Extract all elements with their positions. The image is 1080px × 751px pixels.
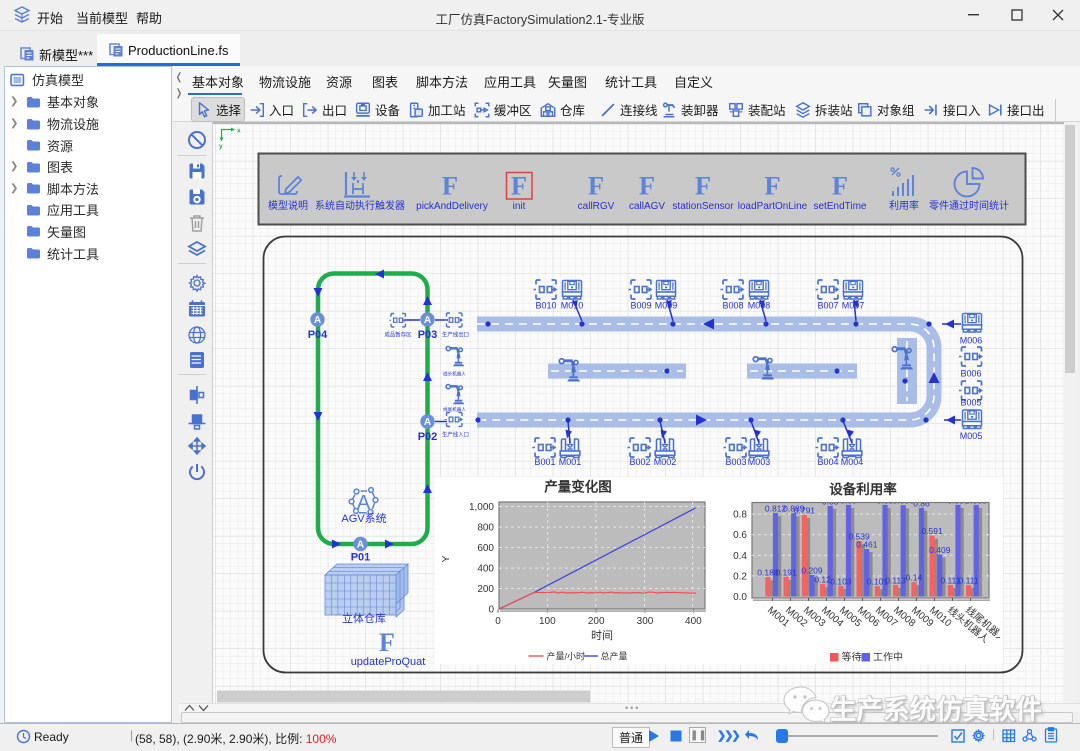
svg-text:模型说明: 模型说明 (268, 199, 308, 212)
svg-text:产量变化图: 产量变化图 (544, 479, 612, 495)
svg-text:0.111: 0.111 (959, 576, 979, 586)
svg-text:0: 0 (495, 616, 501, 627)
svg-text:A: A (314, 315, 321, 326)
svg-text:0.461: 0.461 (856, 540, 878, 550)
svg-text:0.591: 0.591 (921, 526, 943, 536)
svg-text:0: 0 (488, 605, 494, 616)
svg-text:等待: 等待 (842, 651, 862, 664)
svg-text:100: 100 (539, 616, 556, 627)
svg-text:400: 400 (685, 616, 702, 627)
svg-text:成品暂存区: 成品暂存区 (385, 331, 413, 339)
svg-text:F: F (695, 171, 711, 201)
svg-text:B001: B001 (534, 457, 555, 467)
svg-text:0.409: 0.409 (929, 545, 951, 555)
svg-text:F: F (764, 171, 780, 201)
svg-text:M008: M008 (748, 301, 771, 311)
svg-text:callRGV: callRGV (578, 201, 615, 212)
svg-text:P04: P04 (308, 329, 328, 341)
svg-text:产量/小时: 产量/小时 (547, 651, 586, 662)
svg-text:B003: B003 (725, 457, 746, 467)
svg-text:setEndTime: setEndTime (814, 201, 867, 212)
svg-text:0.6: 0.6 (733, 530, 747, 541)
svg-text:线头机器人: 线头机器人 (443, 371, 466, 378)
svg-text:B010: B010 (535, 301, 556, 311)
svg-text:生产线出口: 生产线出口 (442, 331, 469, 339)
svg-text:0.2: 0.2 (733, 571, 747, 582)
svg-text:M001: M001 (559, 457, 582, 467)
svg-text:600: 600 (477, 543, 494, 554)
svg-text:0.0: 0.0 (733, 592, 747, 603)
svg-text:M006: M006 (960, 336, 983, 346)
svg-text:B009: B009 (630, 301, 651, 311)
svg-text:F: F (832, 171, 848, 201)
svg-text:y: y (219, 143, 223, 150)
svg-text:A: A (424, 417, 431, 428)
svg-text:M003: M003 (748, 457, 771, 467)
svg-text:0.113: 0.113 (885, 575, 906, 585)
svg-text:0.103: 0.103 (830, 576, 852, 586)
svg-text:1,000: 1,000 (469, 502, 494, 513)
svg-text:B005: B005 (960, 398, 981, 408)
svg-text:P02: P02 (418, 431, 438, 443)
svg-text:工作中: 工作中 (873, 651, 903, 664)
svg-text:M002: M002 (654, 457, 677, 467)
svg-text:AGV系统: AGV系统 (341, 512, 386, 525)
svg-text:updateProQuat: updateProQuat (351, 656, 426, 668)
svg-text:init: init (513, 201, 526, 212)
svg-text:0.4: 0.4 (733, 551, 747, 562)
svg-text:生产线入口: 生产线入口 (442, 431, 469, 439)
svg-text:M010: M010 (561, 301, 584, 311)
svg-text:系统自动执行触发器: 系统自动执行触发器 (315, 199, 405, 212)
svg-text:M004: M004 (841, 457, 864, 467)
svg-text:F: F (379, 628, 395, 657)
svg-text:M007: M007 (842, 301, 865, 311)
svg-text:Y: Y (440, 555, 452, 562)
svg-text:B008: B008 (722, 301, 743, 311)
svg-text:A: A (357, 540, 364, 551)
svg-text:零件通过时间统计: 零件通过时间统计 (929, 199, 1009, 212)
svg-text:callAGV: callAGV (629, 201, 665, 212)
svg-text:300: 300 (637, 616, 654, 627)
svg-text:线尾机器人: 线尾机器人 (443, 406, 466, 413)
svg-text:0.8: 0.8 (733, 510, 747, 521)
svg-text:A: A (357, 492, 371, 514)
svg-text:0.12: 0.12 (814, 575, 831, 585)
svg-text:pickAndDelivery: pickAndDelivery (416, 201, 488, 212)
svg-text:B004: B004 (817, 457, 838, 467)
svg-text:B006: B006 (960, 369, 981, 379)
svg-text:时间: 时间 (591, 629, 613, 642)
svg-text:stationSensor: stationSensor (672, 201, 734, 212)
svg-text:400: 400 (477, 564, 494, 575)
svg-text:0.14: 0.14 (906, 573, 923, 583)
svg-text:800: 800 (477, 523, 494, 534)
svg-text:立体仓库: 立体仓库 (342, 611, 386, 625)
svg-text:F: F (511, 171, 527, 201)
svg-text:设备利用率: 设备利用率 (829, 481, 897, 497)
svg-text:200: 200 (588, 616, 605, 627)
svg-text:F: F (442, 171, 458, 201)
svg-text:总产量: 总产量 (601, 651, 628, 662)
svg-text:P01: P01 (351, 552, 371, 564)
svg-text:M005: M005 (960, 431, 983, 441)
svg-text:x: x (237, 128, 241, 135)
svg-text:P03: P03 (418, 329, 438, 341)
svg-text:F: F (588, 171, 604, 201)
svg-text:F: F (639, 171, 655, 201)
svg-text:loadPartOnLine: loadPartOnLine (738, 201, 808, 212)
svg-text:B007: B007 (817, 301, 838, 311)
svg-text:利用率: 利用率 (889, 199, 919, 212)
svg-text:0.791: 0.791 (794, 506, 816, 516)
svg-text:200: 200 (477, 584, 494, 595)
svg-text:A: A (424, 315, 431, 326)
svg-text:M009: M009 (655, 301, 678, 311)
svg-text:0.191: 0.191 (775, 567, 797, 577)
svg-text:B002: B002 (629, 457, 650, 467)
